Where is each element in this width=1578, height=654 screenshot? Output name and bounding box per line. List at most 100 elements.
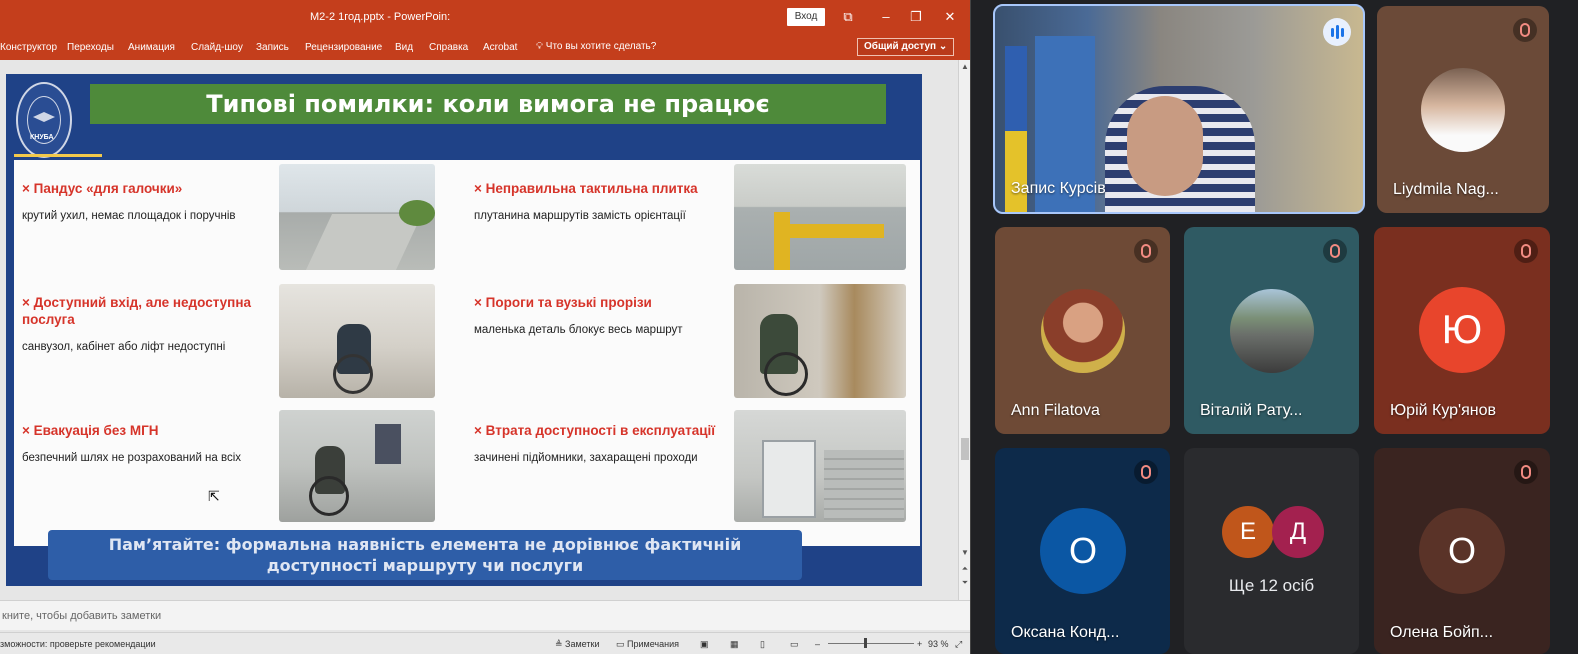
participant-tile[interactable]: Ю Юрій Кур'янов (1374, 227, 1550, 434)
participant-name: Ann Filatova (1011, 402, 1100, 419)
normal-view-icon[interactable]: ▣ (700, 639, 709, 650)
mic-off-icon (1323, 239, 1347, 263)
tactile-tile-photo (734, 164, 906, 270)
list-item: × Доступний вхід, але недоступна послуга… (22, 294, 278, 353)
comments-toggle[interactable]: ▭ Примечания (616, 639, 679, 650)
mouse-cursor-icon: ⇱ (208, 488, 220, 504)
ribbon-tabs: Конструктор Переходы Анимация Слайд-шоу … (0, 34, 970, 60)
notes-toggle-label: Заметки (565, 639, 600, 649)
remember-line-1: Пам’ятайте: формальна наявність елемента… (108, 535, 742, 554)
participant-name: Liydmila Nag... (1393, 181, 1499, 198)
lift-platform-photo (734, 410, 906, 522)
mic-off-icon (1134, 460, 1158, 484)
slide-content: × Пандус «для галочки» крутий ухил, нема… (14, 160, 920, 546)
mic-off-slash (1141, 244, 1151, 258)
wheel-shape (333, 354, 373, 394)
vertical-scrollbar[interactable]: ▲ ▼ ⏶ ⏷ (958, 60, 970, 600)
avatar: О (1419, 508, 1505, 594)
remember-line-2: доступності маршруту чи послуги (266, 556, 584, 575)
fit-slide-icon[interactable]: ⤢ (955, 639, 962, 650)
scroll-down-icon[interactable]: ▼ (960, 548, 970, 557)
avatar: О (1040, 508, 1126, 594)
wheel-shape (764, 352, 808, 396)
participant-tile[interactable]: Liydmila Nag... (1377, 6, 1549, 213)
participant-tile[interactable]: О Олена Бойп... (1374, 448, 1550, 654)
document-title: М2-2 1год.pptx - PowerPoin: (310, 11, 451, 23)
tab-animations[interactable]: Анимация (128, 42, 175, 53)
tell-me-search[interactable]: 💡︎ Что вы хотите сделать? (536, 41, 656, 52)
sign-in-button[interactable]: Вход (787, 8, 825, 26)
share-button[interactable]: Общий доступ ⌄ (857, 38, 955, 56)
bush-shape (399, 200, 435, 226)
item-desc: маленька деталь блокує весь маршрут (474, 324, 683, 336)
minimize-icon[interactable]: – (876, 9, 896, 24)
more-participants-label: Ще 12 осіб (1228, 576, 1315, 595)
tactile-strip (774, 212, 790, 270)
participant-tile[interactable]: О Оксана Конд... (995, 448, 1170, 654)
status-bar: зможности: проверьте рекомендации ≜ Заме… (0, 632, 970, 654)
reading-view-icon[interactable]: ▯ (760, 639, 765, 650)
participant-tile[interactable]: Ann Filatova (995, 227, 1170, 434)
slide: КНУБА Типові помилки: коли вимога не пра… (6, 74, 922, 586)
tab-design[interactable]: Конструктор (0, 42, 57, 53)
tab-review[interactable]: Рецензирование (305, 42, 382, 53)
item-desc: зачинені підйомники, захаращені проходи (474, 452, 698, 464)
item-heading: × Неправильна тактильна плитка (474, 181, 698, 196)
participant-name: Оксана Конд... (1011, 624, 1120, 641)
logo-text: КНУБА (30, 134, 54, 141)
participant-name: Віталій Рату... (1200, 402, 1303, 419)
list-item: × Евакуація без МГН безпечний шлях не ро… (22, 422, 278, 464)
stairs-shape (824, 450, 904, 520)
scroll-thumb[interactable] (961, 438, 969, 460)
mic-off-icon (1513, 18, 1537, 42)
item-desc: крутий ухил, немає площадок і поручнів (22, 210, 236, 222)
zoom-slider-thumb[interactable] (864, 638, 867, 648)
notes-pane[interactable]: кните, чтобы добавить заметки (0, 600, 970, 630)
list-item: × Пандус «для галочки» крутий ухил, нема… (22, 180, 272, 222)
tab-help[interactable]: Справка (429, 42, 468, 53)
list-item: × Пороги та вузькі прорізи маленька дета… (474, 294, 734, 336)
participant-name: Юрій Кур'янов (1390, 402, 1496, 419)
slide-sorter-icon[interactable]: ▦ (730, 639, 739, 650)
item-desc: санвузол, кабінет або ліфт недоступні (22, 341, 226, 353)
zoom-level[interactable]: 93 % (928, 639, 949, 649)
university-logo: КНУБА (16, 82, 72, 158)
participant-tile-speaker[interactable]: Запис Курсів (993, 4, 1365, 214)
tab-view[interactable]: Вид (395, 42, 413, 53)
person-head-shape (1127, 96, 1203, 196)
tab-record[interactable]: Запись (256, 42, 289, 53)
comments-icon: ▭ (616, 639, 628, 649)
mic-off-slash (1521, 465, 1531, 479)
item-heading: × Пандус «для галочки» (22, 181, 183, 196)
avatar (1230, 289, 1314, 373)
zoom-out-icon[interactable]: – (815, 639, 820, 649)
tab-slideshow[interactable]: Слайд-шоу (191, 42, 243, 53)
mic-off-slash (1141, 465, 1151, 479)
close-icon[interactable]: ✕ (940, 9, 960, 25)
participant-tile[interactable]: Віталій Рату... (1184, 227, 1359, 434)
avatar: Д (1272, 506, 1324, 558)
slideshow-view-icon[interactable]: ▭ (790, 639, 799, 650)
prev-slide-icon[interactable]: ⏶ (960, 564, 970, 574)
ramp-photo (279, 164, 435, 270)
scroll-up-icon[interactable]: ▲ (960, 62, 970, 71)
tab-acrobat[interactable]: Acrobat (483, 42, 517, 53)
accent-line (14, 154, 102, 157)
notes-toggle[interactable]: ≜ Заметки (555, 639, 599, 650)
ribbon-display-icon[interactable]: ⧉ (838, 9, 858, 25)
comments-toggle-label: Примечания (627, 639, 679, 649)
next-slide-icon[interactable]: ⏷ (960, 578, 970, 588)
more-participants-tile[interactable]: Е Д Ще 12 осіб (1184, 448, 1359, 654)
tab-transitions[interactable]: Переходы (67, 42, 114, 53)
item-desc: безпечний шлях не розрахований на всіх (22, 452, 242, 464)
maximize-icon[interactable]: ❐ (906, 9, 926, 25)
zoom-in-icon[interactable]: + (917, 639, 922, 649)
accessibility-status[interactable]: зможности: проверьте рекомендации (0, 639, 156, 649)
sound-bar (1331, 28, 1334, 37)
mic-off-icon (1514, 239, 1538, 263)
remember-banner: Пам’ятайте: формальна наявність елемента… (48, 530, 802, 580)
item-heading: × Пороги та вузькі прорізи (474, 295, 652, 310)
notes-placeholder: кните, чтобы добавить заметки (2, 610, 162, 622)
zoom-slider[interactable] (828, 643, 914, 644)
mic-off-slash (1521, 244, 1531, 258)
